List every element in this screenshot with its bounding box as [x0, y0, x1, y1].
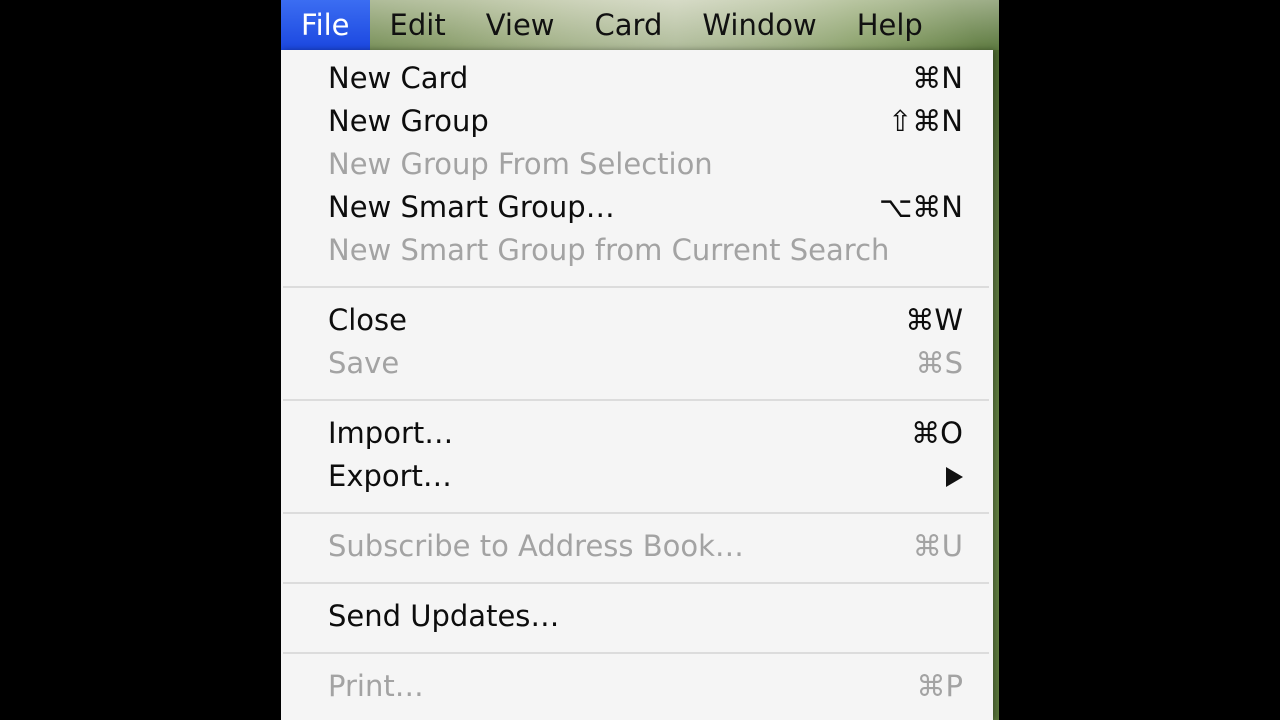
menu-item-label: New Card [328, 61, 469, 95]
menubar-file[interactable]: File [281, 0, 370, 50]
menubar-edit[interactable]: Edit [370, 0, 466, 50]
menu-item-print: Print… ⌘P [281, 665, 993, 708]
menu-item-label: New Smart Group from Current Search [328, 233, 890, 267]
menu-item-new-group-from-selection: New Group From Selection [281, 143, 993, 186]
menu-item-label: New Group [328, 104, 489, 138]
menu-item-shortcut: ⌘U [912, 529, 963, 563]
menu-item-label: Send Updates… [328, 599, 560, 633]
menubar-view[interactable]: View [466, 0, 575, 50]
file-menu: New Card ⌘N New Group ⇧⌘N New Group From… [281, 50, 993, 720]
menu-item-subscribe: Subscribe to Address Book… ⌘U [281, 525, 993, 568]
menu-item-label: Close [328, 303, 407, 337]
menu-item-new-card[interactable]: New Card ⌘N [281, 57, 993, 100]
menubar-help[interactable]: Help [837, 0, 943, 50]
menubar-card[interactable]: Card [575, 0, 683, 50]
menu-item-label: Print… [328, 669, 424, 703]
menu-item-export[interactable]: Export… [281, 455, 993, 498]
menu-item-send-updates[interactable]: Send Updates… [281, 595, 993, 638]
menu-item-shortcut: ⌘S [915, 346, 963, 380]
menu-separator [283, 512, 989, 514]
menu-separator [283, 286, 989, 288]
menu-separator [283, 652, 989, 654]
menubar-window[interactable]: Window [682, 0, 836, 50]
right-triangle-icon [946, 467, 963, 487]
menu-item-label: Save [328, 346, 400, 380]
menu-item-import[interactable]: Import… ⌘O [281, 412, 993, 455]
menu-item-shortcut: ⌘O [911, 416, 963, 450]
menu-item-shortcut: ⌘N [912, 61, 963, 95]
menu-item-shortcut: ⌘W [905, 303, 963, 337]
menu-item-shortcut: ⇧⌘N [888, 104, 963, 138]
menu-item-label: New Group From Selection [328, 147, 713, 181]
menu-item-label: Export… [328, 459, 452, 493]
menu-separator [283, 399, 989, 401]
menu-item-new-smart-group[interactable]: New Smart Group… ⌥⌘N [281, 186, 993, 229]
menu-item-shortcut: ⌥⌘N [878, 190, 963, 224]
menu-item-new-group[interactable]: New Group ⇧⌘N [281, 100, 993, 143]
screen: File Edit View Card Window Help New Card… [281, 0, 999, 720]
menu-separator [283, 582, 989, 584]
menu-item-close[interactable]: Close ⌘W [281, 299, 993, 342]
menu-item-shortcut: ⌘P [916, 669, 964, 703]
menu-item-save: Save ⌘S [281, 342, 993, 385]
menu-item-new-smart-group-from-search: New Smart Group from Current Search [281, 229, 993, 272]
menu-item-label: Import… [328, 416, 454, 450]
menu-item-label: Subscribe to Address Book… [328, 529, 744, 563]
menu-bar: File Edit View Card Window Help [281, 0, 999, 50]
menu-item-label: New Smart Group… [328, 190, 615, 224]
